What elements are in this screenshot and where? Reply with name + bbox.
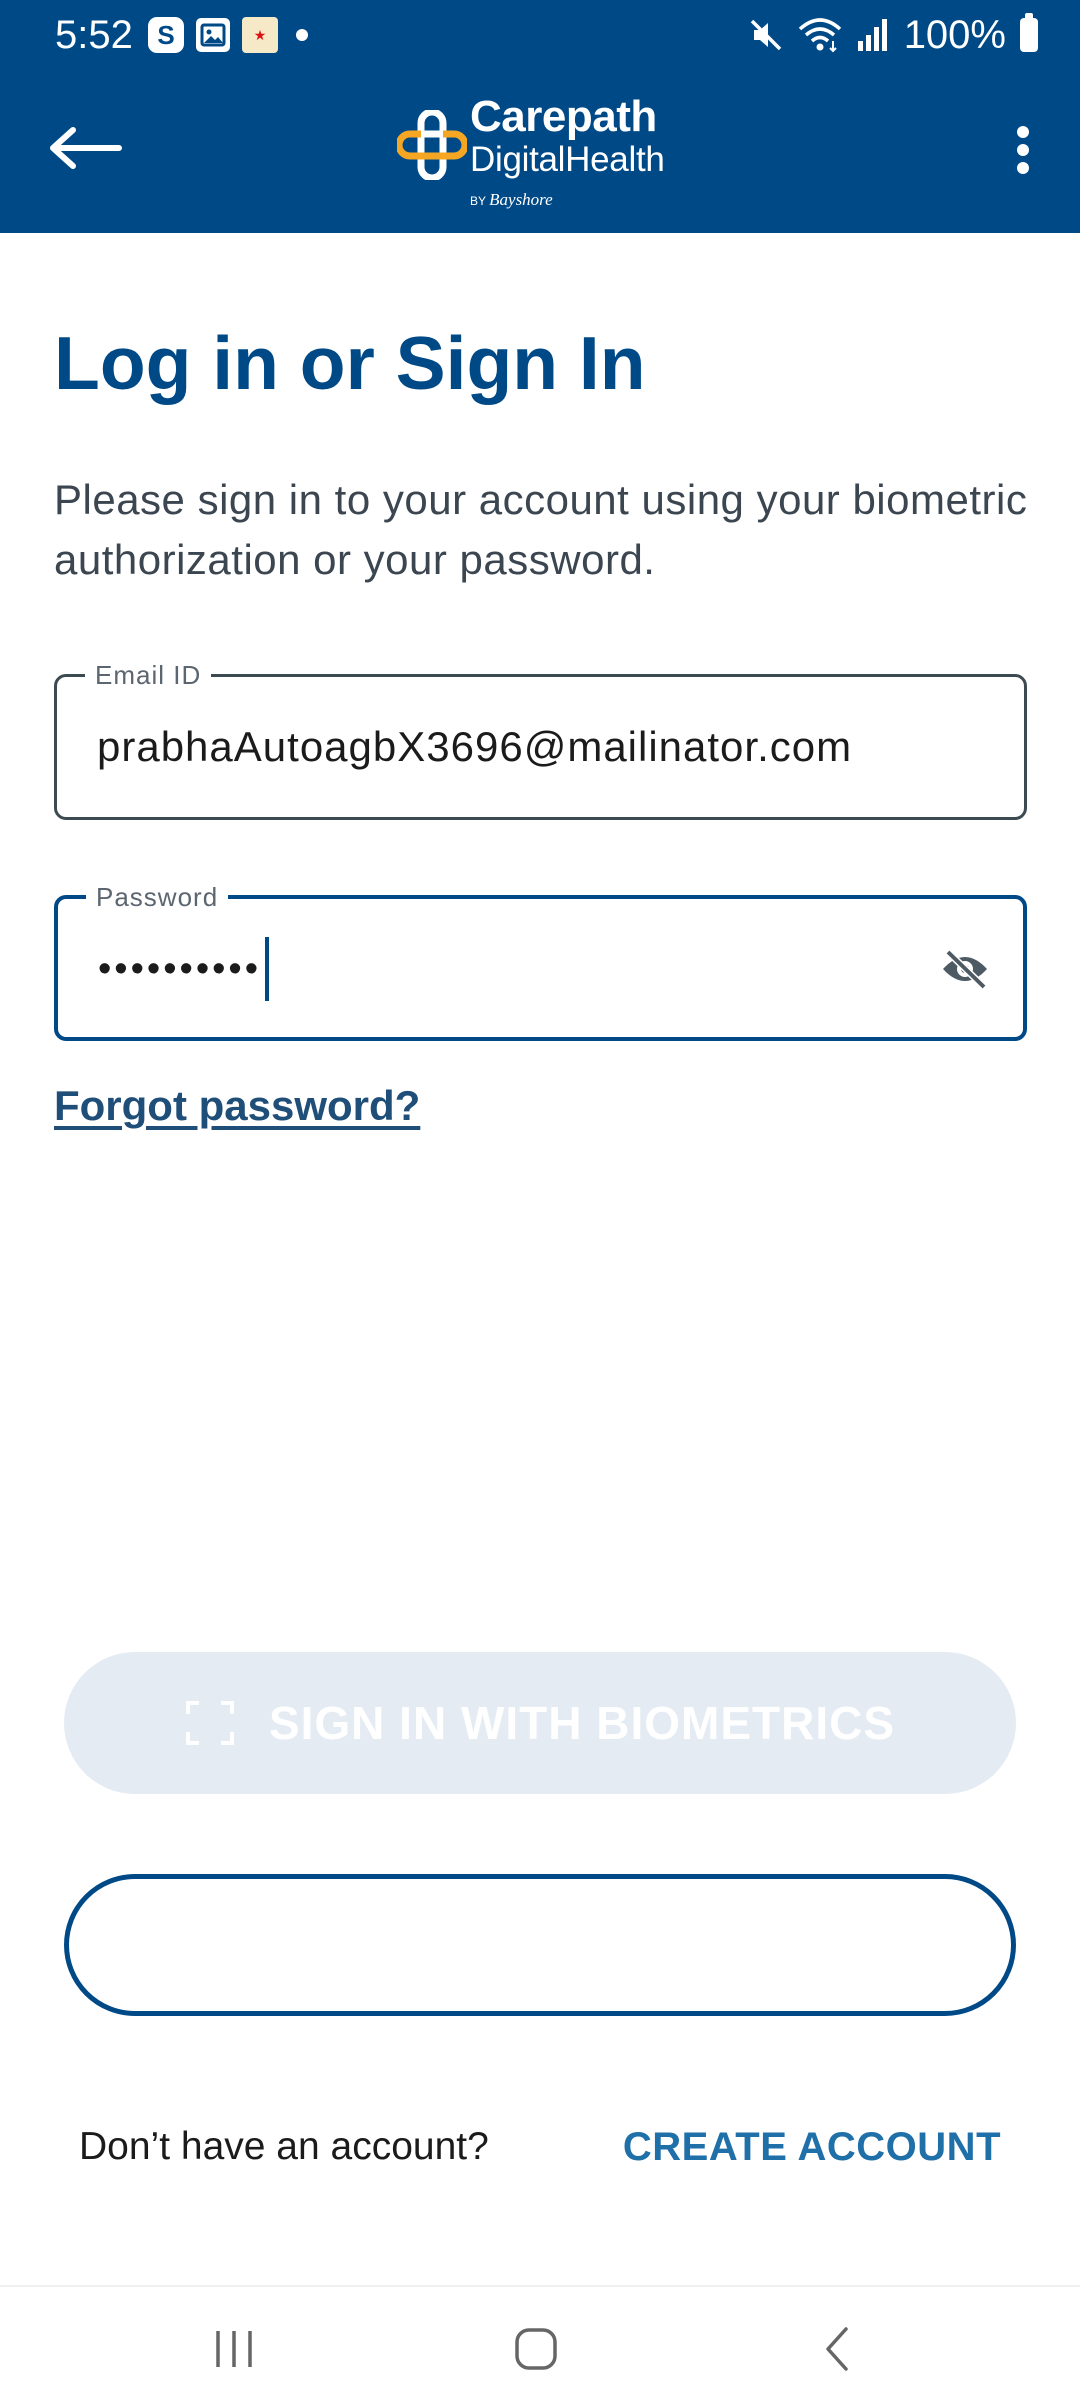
biometrics-button-label: SIGN IN WITH BIOMETRICS: [268, 1697, 896, 1749]
toggle-password-visibility-button[interactable]: [935, 939, 995, 999]
home-icon: [515, 2328, 557, 2370]
back-nav-button[interactable]: [788, 2309, 888, 2389]
create-account-link[interactable]: CREATE ACCOUNT: [623, 2125, 1001, 2170]
password-field[interactable]: Password ••••••••••: [54, 883, 1027, 1041]
forgot-password-link[interactable]: Forgot password?: [54, 1082, 420, 1130]
page-title: Log in or Sign In: [54, 321, 646, 405]
carepath-logo-mark-icon: [397, 110, 467, 180]
no-account-text: Don’t have an account?: [79, 2125, 489, 2168]
home-button[interactable]: [486, 2309, 586, 2389]
eye-off-icon: [943, 949, 987, 989]
recents-icon: [216, 2331, 252, 2367]
text-cursor: [265, 937, 270, 1001]
brand-by-line: BY Bayshore: [470, 190, 553, 210]
signal-icon: [857, 19, 887, 51]
sign-in-biometrics-button[interactable]: SIGN IN WITH BIOMETRICS: [64, 1652, 1016, 1794]
arrow-left-icon: [50, 126, 122, 169]
email-field[interactable]: Email ID prabhaAutoagbX3696@mailinator.c…: [54, 661, 1027, 820]
system-icons: 100%: [748, 10, 1038, 60]
status-time: 5:52: [55, 13, 133, 57]
email-value[interactable]: prabhaAutoagbX3696@mailinator.com: [97, 677, 852, 817]
back-icon: [826, 2327, 848, 2371]
status-bar: 5:52 S ★ 100%: [0, 0, 1080, 70]
page-subtitle: Please sign in to your account using you…: [54, 476, 1028, 583]
login-button[interactable]: [64, 1874, 1016, 2016]
battery-icon: [1020, 13, 1038, 52]
brand-by: BY: [470, 194, 486, 208]
game-app-icon: ★: [242, 17, 278, 53]
brand-subname: DigitalHealth: [470, 140, 665, 179]
back-button[interactable]: [40, 110, 130, 185]
s-app-icon: S: [148, 17, 184, 53]
recents-button[interactable]: [184, 2309, 284, 2389]
carepath-logo: Carepath DigitalHealth BY Bayshore: [395, 90, 695, 209]
more-options-button[interactable]: [985, 110, 1060, 190]
app-header: Carepath DigitalHealth BY Bayshore: [0, 70, 1080, 233]
password-value: ••••••••••: [98, 947, 262, 990]
password-value-wrapper[interactable]: ••••••••••: [98, 899, 270, 1039]
more-notifications-dot: [296, 29, 308, 41]
wifi-icon: [798, 18, 841, 53]
biometric-scan-icon: [185, 1701, 234, 1745]
gallery-icon: [196, 18, 230, 52]
battery-percent: 100%: [903, 13, 1006, 57]
brand-parent: Bayshore: [489, 190, 553, 209]
notification-icons: S ★: [148, 17, 308, 53]
system-nav-bar: [0, 2285, 1080, 2408]
mute-icon: [750, 19, 781, 51]
brand-name: Carepath: [470, 92, 657, 141]
more-vertical-icon: [1016, 126, 1029, 174]
